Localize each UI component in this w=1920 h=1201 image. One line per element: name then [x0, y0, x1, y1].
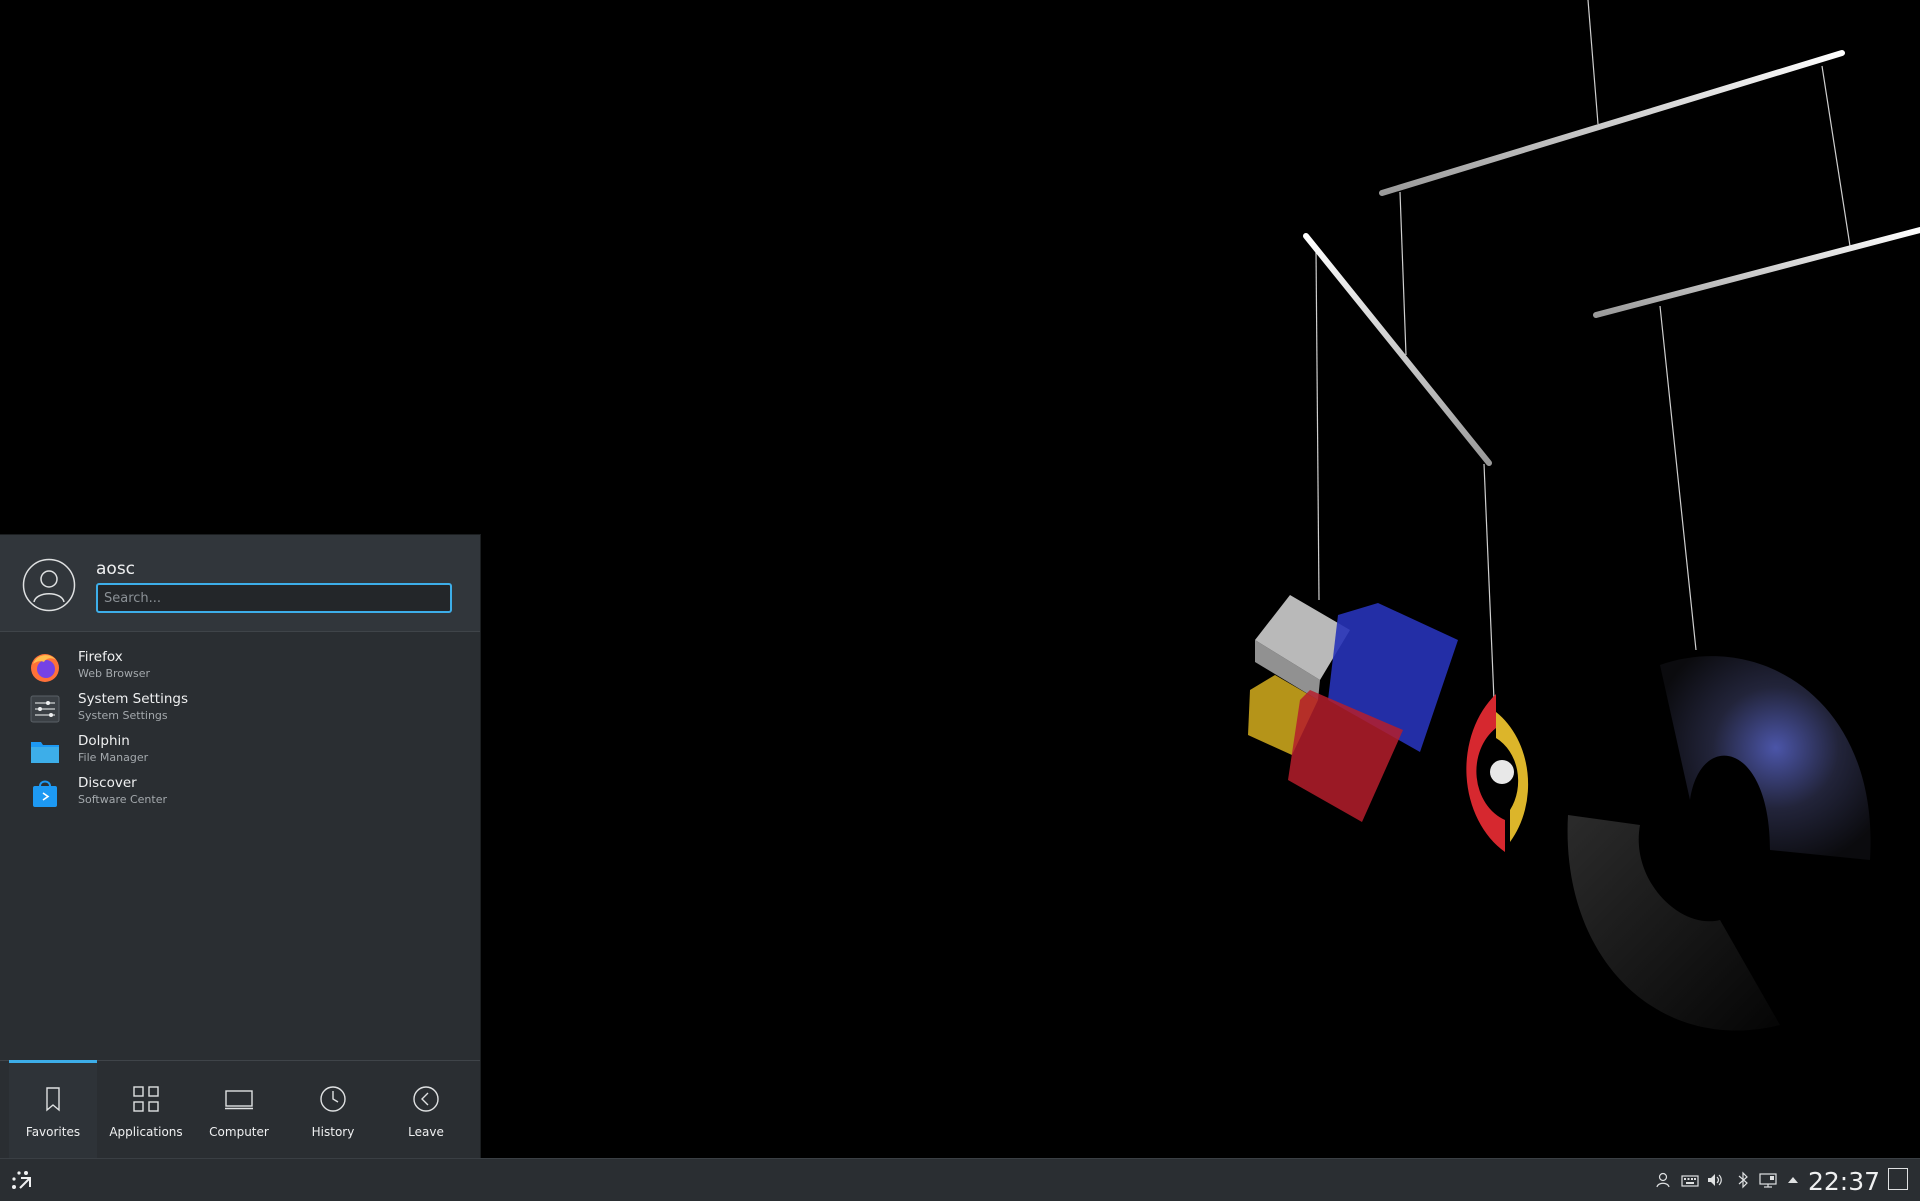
favorite-description: System Settings	[78, 709, 168, 722]
favorite-name: System Settings	[78, 691, 189, 707]
search-input[interactable]	[96, 583, 452, 613]
firefox-icon	[31, 654, 59, 682]
store-bag-icon	[33, 780, 57, 807]
favorite-item-system-settings[interactable]: System Settings System Settings	[0, 687, 480, 729]
network-icon[interactable]	[1759, 1171, 1777, 1189]
show-desktop-button[interactable]	[1888, 1168, 1908, 1190]
favorite-name: Dolphin	[78, 733, 130, 749]
tab-applications[interactable]: Applications	[102, 1061, 190, 1159]
expand-tray-icon[interactable]	[1784, 1171, 1802, 1189]
application-launcher-menu: aosc Firefox Web Browser	[0, 535, 480, 1159]
tab-label: Favorites	[25, 1125, 81, 1139]
favorite-name: Discover	[78, 775, 137, 791]
back-circle-icon	[413, 1086, 439, 1112]
tab-label: Computer	[209, 1125, 269, 1139]
favorite-description: File Manager	[78, 751, 149, 764]
favorite-description: Software Center	[78, 793, 168, 806]
volume-icon[interactable]	[1706, 1171, 1724, 1189]
user-switch-icon[interactable]	[1655, 1171, 1673, 1189]
taskbar-panel: 22:37	[0, 1158, 1920, 1201]
favorite-item-firefox[interactable]: Firefox Web Browser	[0, 645, 480, 687]
favorite-description: Web Browser	[78, 667, 151, 680]
favorite-item-discover[interactable]: Discover Software Center	[0, 771, 480, 813]
grid-icon	[133, 1086, 159, 1112]
folder-icon	[31, 742, 59, 763]
tab-favorites[interactable]: Favorites	[9, 1060, 97, 1159]
favorites-list: Firefox Web Browser System Settings Syst…	[0, 645, 480, 813]
favorite-name: Firefox	[78, 649, 123, 665]
tab-label: Leave	[408, 1125, 444, 1139]
keyboard-icon[interactable]	[1681, 1171, 1699, 1189]
laptop-icon	[225, 1090, 253, 1110]
clock-icon	[320, 1086, 346, 1112]
bookmark-icon	[46, 1087, 60, 1112]
tab-history[interactable]: History	[289, 1061, 377, 1159]
tab-leave[interactable]: Leave	[382, 1061, 470, 1159]
app-launcher-button-icon[interactable]	[6, 1167, 34, 1195]
digital-clock[interactable]: 22:37	[1808, 1167, 1880, 1196]
user-avatar-icon[interactable]	[22, 558, 76, 612]
launcher-header: aosc	[0, 535, 480, 632]
tab-label: Applications	[109, 1125, 183, 1139]
favorite-item-dolphin[interactable]: Dolphin File Manager	[0, 729, 480, 771]
bluetooth-icon[interactable]	[1734, 1171, 1752, 1189]
username-label: aosc	[96, 559, 136, 579]
tab-label: History	[311, 1125, 355, 1139]
settings-icon	[30, 695, 60, 723]
launcher-tab-bar: Favorites Applications Computer History …	[0, 1060, 480, 1159]
tab-computer[interactable]: Computer	[195, 1061, 283, 1159]
